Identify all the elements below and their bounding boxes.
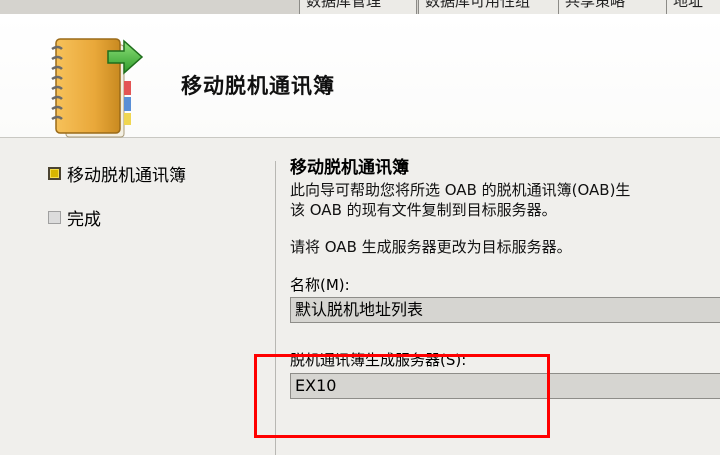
step-completion[interactable]: 完成 <box>48 206 101 230</box>
page-title: 移动脱机通讯簿 <box>290 158 409 178</box>
name-label: 名称(M): <box>290 276 350 294</box>
tab-database-management[interactable]: 数据库管理 <box>299 0 417 15</box>
step-move-oab[interactable]: 移动脱机通讯簿 <box>48 162 186 186</box>
tab-sharing-policy[interactable]: 共享策略 <box>558 0 670 15</box>
wizard-steps-pane: 移动脱机通讯簿 完成 <box>0 138 270 455</box>
move-oab-wizard: 移动脱机通讯簿 移动脱机通讯簿 完成 移动脱机通讯簿 此向导可帮助您将所选 OA… <box>0 14 720 455</box>
tab-database-availability-group[interactable]: 数据库可用性组 <box>418 0 560 15</box>
description-line-1: 此向导可帮助您将所选 OAB 的脱机通讯簿(OAB)生 <box>290 181 631 199</box>
red-highlight-box <box>254 354 550 438</box>
step-label: 完成 <box>67 209 101 230</box>
inactive-step-marker-icon <box>48 210 61 224</box>
name-field: 默认脱机地址列表 <box>290 297 720 323</box>
tab-address[interactable]: 地址 <box>666 0 720 15</box>
wizard-header: 移动脱机通讯簿 <box>0 15 720 138</box>
wizard-title: 移动脱机通讯簿 <box>181 74 335 98</box>
step-label: 移动脱机通讯簿 <box>67 165 186 186</box>
instruction-text: 请将 OAB 生成服务器更改为目标服务器。 <box>290 238 572 256</box>
description-line-2: 该 OAB 的现有文件复制到目标服务器。 <box>290 201 557 219</box>
active-step-marker-icon <box>48 166 61 180</box>
address-book-with-arrow-icon <box>51 38 144 138</box>
